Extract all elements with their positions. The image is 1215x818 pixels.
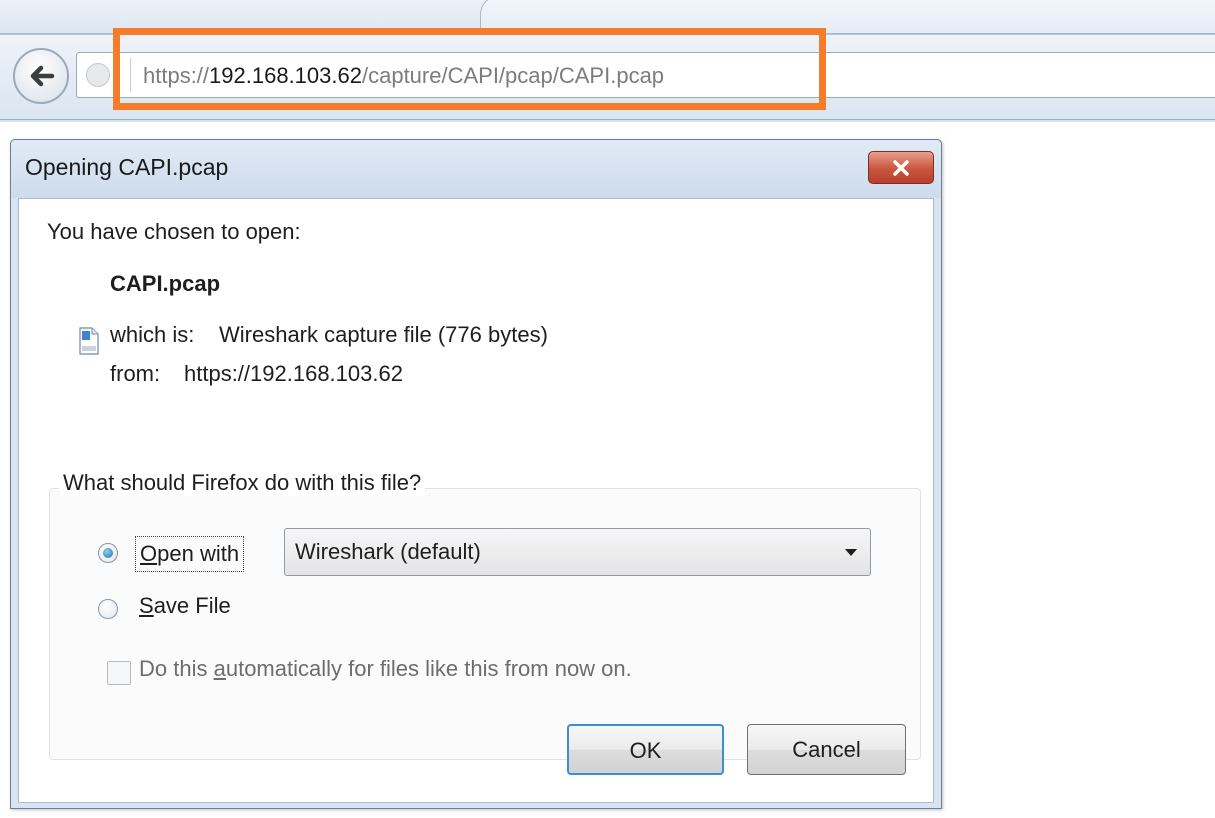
file-name: CAPI.pcap <box>110 271 221 296</box>
url-highlight-box <box>113 28 826 110</box>
save-file-mnemonic: S <box>139 593 154 618</box>
from-value: https://192.168.103.62 <box>184 361 403 386</box>
file-icon <box>79 327 99 355</box>
action-group-label: What should Firefox do with this file? <box>59 470 426 496</box>
open-with-app-value: Wireshark (default) <box>295 539 481 564</box>
auto-action-label[interactable]: Do this automatically for files like thi… <box>139 656 632 682</box>
back-arrow-icon <box>30 65 55 87</box>
dialog-title: Opening CAPI.pcap <box>25 154 229 180</box>
chevron-down-icon <box>845 549 857 556</box>
open-with-mnemonic: O <box>140 541 158 566</box>
save-file-label-rest: ave File <box>153 593 231 618</box>
ok-button[interactable]: OK <box>567 724 724 775</box>
which-is-label: which is: <box>110 322 195 347</box>
site-identity-icon[interactable] <box>86 63 110 87</box>
browser-chrome: https://192.168.103.62/capture/CAPI/pcap… <box>0 0 1215 122</box>
intro-text: You have chosen to open: <box>47 219 301 244</box>
open-with-label-rest: pen with <box>157 541 240 566</box>
cancel-button[interactable]: Cancel <box>747 724 906 775</box>
from-label: from: <box>110 361 161 386</box>
open-file-dialog: Opening CAPI.pcap You have chosen to ope… <box>10 139 942 809</box>
auto-action-checkbox[interactable] <box>107 661 131 685</box>
file-type-value: Wireshark capture file (776 bytes) <box>219 322 548 347</box>
open-with-label[interactable]: Open with <box>135 536 245 572</box>
auto-action-label-after: utomatically for files like this from no… <box>225 656 632 681</box>
dialog-body: You have chosen to open: CAPI.pcap which… <box>18 198 934 803</box>
open-with-radio[interactable] <box>98 543 118 563</box>
open-with-app-select[interactable]: Wireshark (default) <box>284 528 871 576</box>
close-button[interactable] <box>868 151 934 184</box>
save-file-label[interactable]: Save File <box>139 593 231 619</box>
auto-action-mnemonic: a <box>213 656 226 681</box>
save-file-radio[interactable] <box>98 599 118 619</box>
auto-action-label-before: Do this <box>139 656 214 681</box>
back-button[interactable] <box>13 48 69 104</box>
close-icon <box>893 159 909 176</box>
dialog-titlebar[interactable]: Opening CAPI.pcap <box>11 140 941 198</box>
